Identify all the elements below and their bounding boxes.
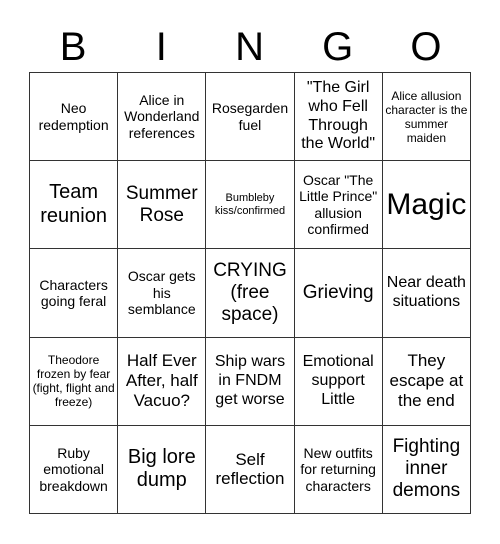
grid-row: Characters going feral Oscar gets his se…	[28, 248, 472, 338]
header-letter-n: N	[235, 25, 264, 69]
header-letter-b: B	[59, 25, 87, 69]
bingo-cell[interactable]: Alice allusion character is the summer m…	[381, 71, 472, 162]
bingo-cell[interactable]: Self reflection	[205, 424, 295, 515]
grid-row: Ruby emotional breakdown Big lore dump S…	[28, 424, 472, 515]
bingo-cell[interactable]: Fighting inner demons	[381, 424, 472, 515]
bingo-cell[interactable]: Oscar "The Little Prince" allusion confi…	[293, 160, 383, 250]
bingo-cell[interactable]: "The Girl who Fell Through the World"	[293, 71, 383, 162]
bingo-cell[interactable]: Big lore dump	[117, 424, 207, 515]
bingo-cell[interactable]: Oscar gets his semblance	[117, 248, 207, 338]
bingo-cell[interactable]: Ruby emotional breakdown	[28, 424, 119, 515]
bingo-cell[interactable]: Team reunion	[28, 160, 119, 250]
bingo-cell[interactable]: Grieving	[293, 248, 383, 338]
bingo-cell[interactable]: Theodore frozen by fear (fight, flight a…	[28, 336, 119, 426]
bingo-cell[interactable]: Rosegarden fuel	[205, 71, 295, 162]
header-letter-g: G	[322, 25, 354, 69]
bingo-cell[interactable]: New outfits for returning characters	[293, 424, 383, 515]
bingo-header: B I N G O	[29, 22, 470, 72]
bingo-cell[interactable]: Characters going feral	[28, 248, 119, 338]
header-letter-i: I	[155, 25, 167, 69]
bingo-cell[interactable]: CRYING (free space)	[205, 248, 295, 338]
bingo-cell[interactable]: Alice in Wonderland references	[117, 71, 207, 162]
bingo-cell[interactable]: Near death situations	[381, 248, 472, 338]
grid-row: Team reunion Summer Rose Bumbleby kiss/c…	[28, 160, 472, 250]
grid-row: Theodore frozen by fear (fight, flight a…	[28, 336, 472, 426]
grid-row: Neo redemption Alice in Wonderland refer…	[28, 71, 472, 162]
bingo-cell[interactable]: Emotional support Little	[293, 336, 383, 426]
bingo-grid: Neo redemption Alice in Wonderland refer…	[28, 71, 472, 515]
bingo-cell[interactable]: Bumbleby kiss/confirmed	[205, 160, 295, 250]
bingo-cell[interactable]: Magic	[381, 160, 472, 250]
bingo-cell[interactable]: They escape at the end	[381, 336, 472, 426]
bingo-cell[interactable]: Neo redemption	[28, 71, 119, 162]
bingo-cell[interactable]: Ship wars in FNDM get worse	[205, 336, 295, 426]
bingo-cell[interactable]: Half Ever After, half Vacuo?	[117, 336, 207, 426]
header-letter-o: O	[410, 25, 442, 69]
bingo-cell[interactable]: Summer Rose	[117, 160, 207, 250]
